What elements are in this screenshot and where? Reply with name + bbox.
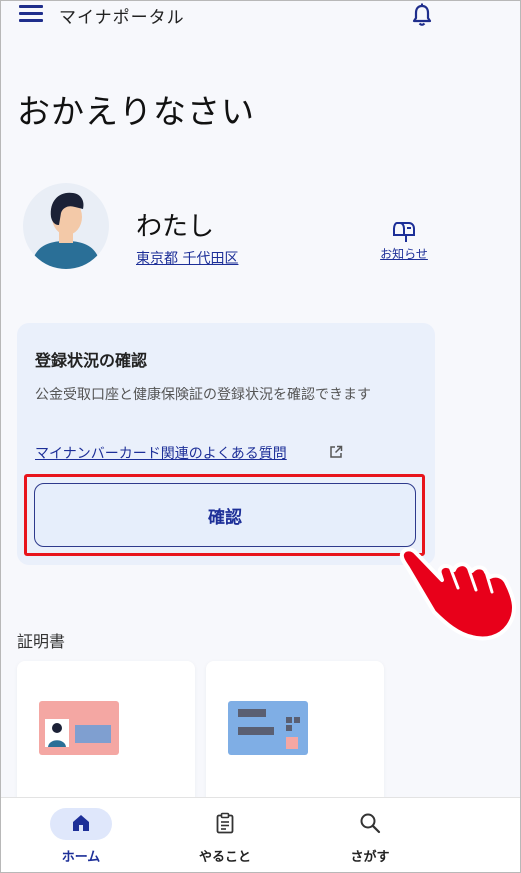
bell-icon[interactable] — [411, 3, 433, 27]
nav-item-todo[interactable]: やること — [165, 798, 285, 872]
greeting-title: おかえりなさい — [17, 92, 255, 131]
certificate-card-other[interactable] — [206, 661, 384, 811]
mynumber-card-icon — [39, 701, 119, 755]
card-description: 公金受取口座と健康保険証の登録状況を確認できます — [35, 387, 371, 403]
notice-label: お知らせ — [380, 247, 428, 261]
bottom-navigation: ホーム やること さがす — [1, 797, 520, 872]
notice-button[interactable]: お知らせ — [373, 221, 435, 262]
phone-screen: マイナポータル おかえりなさい わたし 東京都 千代田区 お知らせ 登録状況の確… — [0, 0, 521, 873]
nav-label-home: ホーム — [61, 850, 101, 865]
user-avatar — [23, 183, 109, 269]
nav-item-home[interactable]: ホーム — [21, 798, 141, 872]
nav-label-todo: やること — [198, 850, 251, 865]
user-address-link[interactable]: 東京都 千代田区 — [136, 248, 238, 268]
confirm-button[interactable]: 確認 — [34, 483, 416, 547]
card-title: 登録状況の確認 — [35, 351, 148, 370]
certificate-card-mynumber[interactable] — [17, 661, 195, 811]
id-card-icon — [228, 701, 308, 755]
faq-link[interactable]: マイナンバーカード関連のよくある質問 — [35, 443, 287, 463]
external-link-icon — [330, 445, 343, 458]
nav-label-search: さがす — [350, 850, 390, 865]
app-header: マイナポータル — [1, 1, 520, 31]
user-name: わたし — [136, 212, 215, 242]
pointing-hand-icon — [399, 547, 516, 641]
nav-item-search[interactable]: さがす — [310, 798, 430, 872]
app-title: マイナポータル — [59, 8, 185, 28]
mailbox-icon — [393, 222, 415, 242]
hamburger-menu-icon[interactable] — [19, 5, 43, 23]
certificates-section-title: 証明書 — [17, 632, 66, 651]
clipboard-icon — [216, 812, 234, 834]
search-icon — [360, 813, 381, 834]
home-icon — [73, 815, 89, 831]
